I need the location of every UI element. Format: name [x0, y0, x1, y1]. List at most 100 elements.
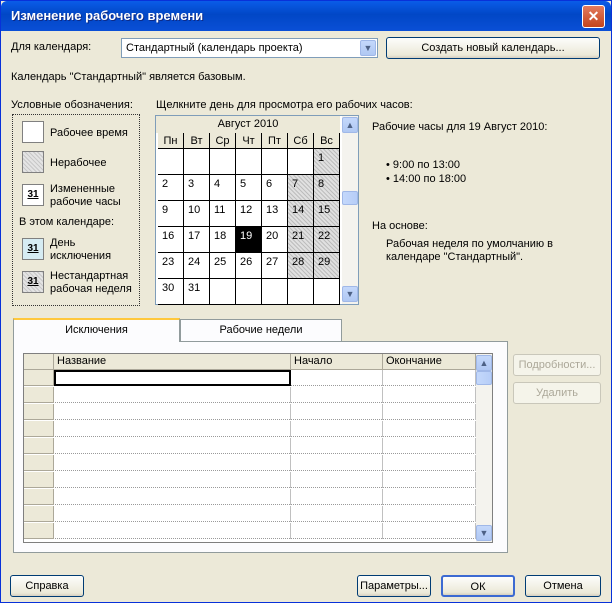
- finish-cell[interactable]: [383, 489, 476, 505]
- calendar-day[interactable]: 9: [158, 201, 184, 227]
- start-cell[interactable]: [291, 387, 383, 403]
- row-header[interactable]: [24, 438, 54, 454]
- chevron-down-icon[interactable]: ▼: [476, 525, 492, 541]
- calendar-day[interactable]: 13: [262, 201, 288, 227]
- table-row[interactable]: [24, 455, 476, 471]
- row-header[interactable]: [24, 523, 54, 539]
- calendar-scrollbar[interactable]: ▲ ▼: [342, 116, 358, 304]
- calendar-day[interactable]: 4: [210, 175, 236, 201]
- chevron-up-icon[interactable]: ▲: [476, 355, 492, 371]
- start-cell[interactable]: [291, 489, 383, 505]
- table-row[interactable]: [24, 404, 476, 420]
- start-cell[interactable]: [291, 421, 383, 437]
- calendar-day[interactable]: 2: [158, 175, 184, 201]
- help-button[interactable]: Справка: [10, 575, 84, 597]
- table-row[interactable]: [24, 472, 476, 488]
- row-header[interactable]: [24, 506, 54, 522]
- tab-work-weeks[interactable]: Рабочие недели: [180, 319, 342, 341]
- start-cell[interactable]: [291, 472, 383, 488]
- row-header[interactable]: [24, 472, 54, 488]
- calendar-day[interactable]: 14: [288, 201, 314, 227]
- column-header-finish[interactable]: Окончание: [383, 354, 476, 370]
- calendar-day[interactable]: 15: [314, 201, 340, 227]
- column-header-start[interactable]: Начало: [291, 354, 383, 370]
- calendar-day[interactable]: 8: [314, 175, 340, 201]
- name-cell[interactable]: [54, 523, 291, 539]
- month-calendar[interactable]: Август 2010 Пн Вт Ср Чт Пт Сб Вс 1 2 3 4 5 6 7 8 9 10 11…: [155, 115, 359, 305]
- row-header[interactable]: [24, 421, 54, 437]
- start-cell[interactable]: [291, 506, 383, 522]
- finish-cell[interactable]: [383, 506, 476, 522]
- calendar-day[interactable]: 6: [262, 175, 288, 201]
- row-header[interactable]: [24, 404, 54, 420]
- name-cell[interactable]: [54, 387, 291, 403]
- calendar-day[interactable]: 5: [236, 175, 262, 201]
- calendar-select[interactable]: Стандартный (календарь проекта) ▼: [121, 38, 378, 58]
- name-cell[interactable]: [54, 421, 291, 437]
- calendar-day[interactable]: 29: [314, 253, 340, 279]
- table-row[interactable]: [24, 438, 476, 454]
- name-cell[interactable]: [54, 472, 291, 488]
- title-bar[interactable]: Изменение рабочего времени ✕: [1, 1, 611, 31]
- delete-button[interactable]: Удалить: [513, 382, 601, 404]
- calendar-day[interactable]: 10: [184, 201, 210, 227]
- table-row[interactable]: [24, 387, 476, 403]
- table-row[interactable]: [24, 506, 476, 522]
- calendar-day[interactable]: 27: [262, 253, 288, 279]
- table-row[interactable]: [24, 421, 476, 437]
- table-scrollbar[interactable]: ▲ ▼: [476, 354, 492, 542]
- chevron-down-icon[interactable]: ▼: [342, 286, 358, 302]
- name-cell[interactable]: [54, 489, 291, 505]
- finish-cell[interactable]: [383, 472, 476, 488]
- exceptions-table[interactable]: Название Начало Окончание ▲ ▼: [23, 353, 493, 543]
- calendar-day[interactable]: 11: [210, 201, 236, 227]
- calendar-day[interactable]: 7: [288, 175, 314, 201]
- new-calendar-button[interactable]: Создать новый календарь...: [386, 37, 600, 59]
- table-row[interactable]: [24, 370, 476, 386]
- calendar-day[interactable]: 21: [288, 227, 314, 253]
- row-header[interactable]: [24, 387, 54, 403]
- name-cell[interactable]: [54, 506, 291, 522]
- calendar-day[interactable]: 19: [236, 227, 262, 253]
- options-button[interactable]: Параметры...: [357, 575, 431, 597]
- calendar-day[interactable]: 31: [184, 279, 210, 305]
- table-row[interactable]: [24, 489, 476, 505]
- name-cell[interactable]: [54, 404, 291, 420]
- row-header[interactable]: [24, 489, 54, 505]
- scroll-thumb[interactable]: [476, 371, 492, 385]
- calendar-day[interactable]: 3: [184, 175, 210, 201]
- calendar-day[interactable]: 18: [210, 227, 236, 253]
- tab-exceptions[interactable]: Исключения: [13, 318, 180, 342]
- cancel-button[interactable]: Отмена: [525, 575, 601, 597]
- finish-cell[interactable]: [383, 404, 476, 420]
- finish-cell[interactable]: [383, 421, 476, 437]
- column-header-name[interactable]: Название: [54, 354, 291, 370]
- name-cell[interactable]: [54, 455, 291, 471]
- calendar-day[interactable]: 23: [158, 253, 184, 279]
- finish-cell[interactable]: [383, 455, 476, 471]
- calendar-day[interactable]: 25: [210, 253, 236, 279]
- table-row[interactable]: [24, 523, 476, 539]
- start-cell[interactable]: [291, 370, 383, 386]
- calendar-day[interactable]: 17: [184, 227, 210, 253]
- chevron-up-icon[interactable]: ▲: [342, 117, 358, 133]
- scroll-thumb[interactable]: [342, 191, 358, 205]
- calendar-day[interactable]: 20: [262, 227, 288, 253]
- finish-cell[interactable]: [383, 370, 476, 386]
- details-button[interactable]: Подробности...: [513, 354, 601, 376]
- close-icon[interactable]: ✕: [582, 5, 605, 28]
- finish-cell[interactable]: [383, 523, 476, 539]
- finish-cell[interactable]: [383, 387, 476, 403]
- calendar-day[interactable]: 12: [236, 201, 262, 227]
- finish-cell[interactable]: [383, 438, 476, 454]
- chevron-down-icon[interactable]: ▼: [360, 40, 376, 56]
- row-header[interactable]: [24, 455, 54, 471]
- calendar-day[interactable]: 1: [314, 149, 340, 175]
- calendar-day[interactable]: 24: [184, 253, 210, 279]
- row-header[interactable]: [24, 370, 54, 386]
- name-cell[interactable]: [54, 370, 291, 386]
- calendar-day[interactable]: 28: [288, 253, 314, 279]
- start-cell[interactable]: [291, 404, 383, 420]
- start-cell[interactable]: [291, 438, 383, 454]
- name-cell[interactable]: [54, 438, 291, 454]
